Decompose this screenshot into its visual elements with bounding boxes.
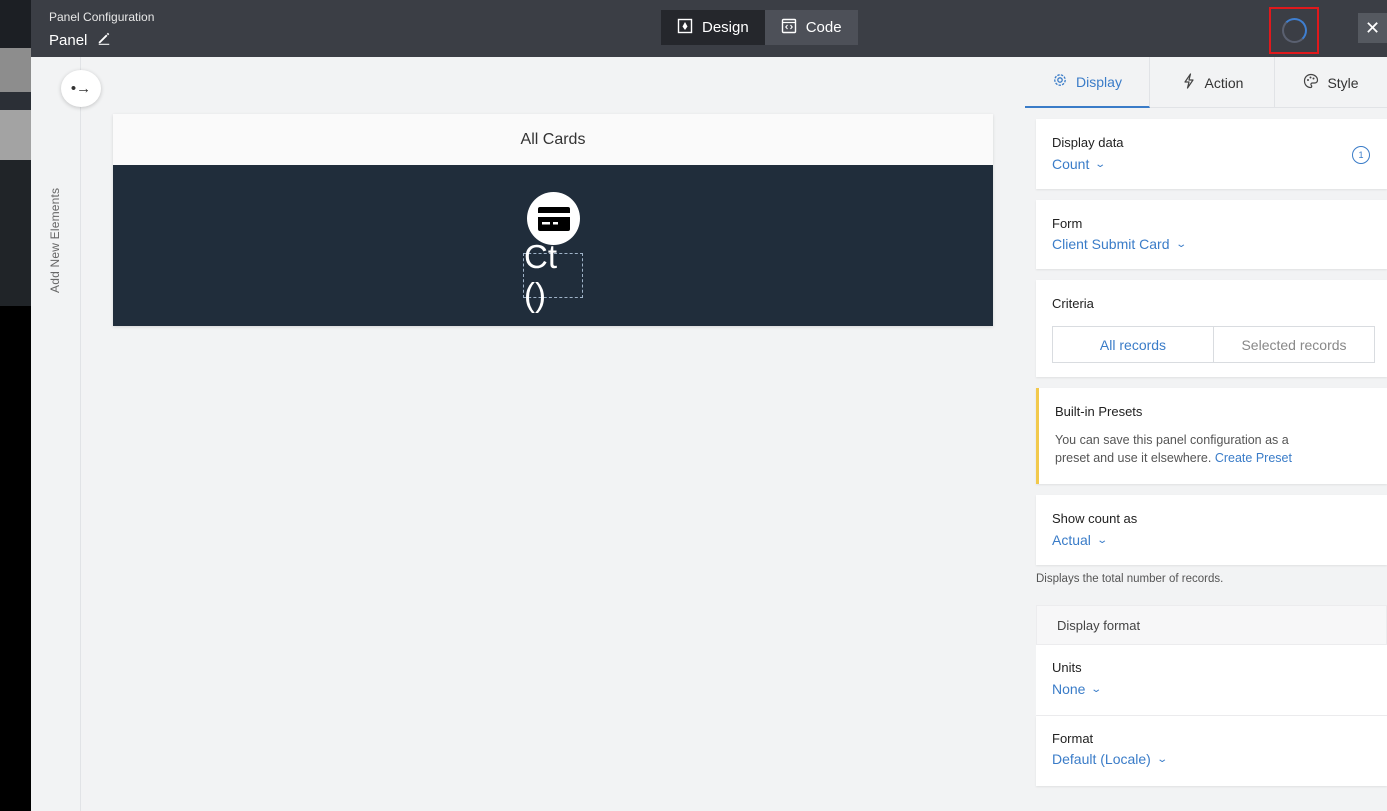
- presets-title: Built-in Presets: [1055, 404, 1143, 419]
- chevron-down-icon: ⌄: [1090, 683, 1103, 695]
- panel-card[interactable]: All Cards Ct (): [113, 114, 993, 326]
- design-label: Design: [702, 19, 749, 36]
- lightning-icon: [1181, 73, 1197, 92]
- panel-configuration-modal: Panel Configuration Panel Design Code ✕ …: [31, 0, 1387, 811]
- units-dropdown[interactable]: None ⌄: [1052, 681, 1103, 697]
- show-count-helper-text: Displays the total number of records.: [1036, 573, 1224, 585]
- design-icon: [677, 18, 693, 38]
- criteria-toggle: All records Selected records: [1052, 326, 1375, 363]
- card-value[interactable]: Ct (): [523, 238, 583, 313]
- add-elements-rail[interactable]: Add New Elements: [31, 57, 81, 811]
- selected-records-option[interactable]: Selected records: [1214, 327, 1374, 362]
- display-data-value: Count: [1052, 156, 1090, 172]
- tab-action[interactable]: Action: [1150, 57, 1275, 108]
- code-mode-button[interactable]: Code: [764, 10, 858, 45]
- tab-display-label: Display: [1076, 73, 1122, 90]
- mode-switch: Design Code: [661, 10, 858, 45]
- loading-highlight-box: [1269, 7, 1319, 54]
- form-dropdown[interactable]: Client Submit Card ⌄: [1052, 236, 1187, 252]
- gear-icon: [1052, 72, 1068, 91]
- form-panel: Form Client Submit Card ⌄: [1036, 200, 1387, 269]
- show-count-panel: Show count as Actual ⌄: [1036, 495, 1387, 565]
- presets-text: You can save this panel configuration as…: [1055, 431, 1315, 467]
- modal-subtitle: Panel Configuration: [49, 10, 155, 24]
- settings-sidebar: Display Action Style Display data Count …: [1025, 57, 1387, 811]
- show-count-dropdown[interactable]: Actual ⌄: [1052, 532, 1108, 548]
- form-value: Client Submit Card: [1052, 236, 1170, 252]
- chevron-down-icon: ⌄: [1156, 753, 1168, 765]
- show-count-value: Actual: [1052, 532, 1091, 548]
- form-label: Form: [1052, 216, 1083, 231]
- settings-tabs: Display Action Style: [1025, 57, 1387, 108]
- display-data-panel: Display data Count ⌄ 1: [1036, 119, 1387, 189]
- display-data-dropdown[interactable]: Count ⌄: [1052, 156, 1107, 172]
- close-icon: ✕: [1364, 17, 1381, 38]
- chevron-down-icon: ⌄: [1096, 534, 1108, 546]
- format-dropdown[interactable]: Default (Locale) ⌄: [1052, 751, 1168, 767]
- modal-header: Panel Configuration Panel Design Code ✕: [31, 0, 1387, 57]
- built-in-presets-panel: Built-in Presets You can save this panel…: [1036, 388, 1387, 484]
- units-label: Units: [1052, 660, 1082, 675]
- expand-rail-button[interactable]: •→: [61, 70, 101, 107]
- format-value: Default (Locale): [1052, 751, 1151, 767]
- panel-title: Panel: [49, 31, 111, 49]
- background-app-strip: [0, 0, 31, 811]
- code-icon: [781, 18, 797, 38]
- edit-pencil-icon[interactable]: [97, 31, 111, 49]
- criteria-panel: Criteria All records Selected records: [1036, 280, 1387, 377]
- chevron-down-icon: ⌄: [1174, 238, 1187, 250]
- show-count-label: Show count as: [1052, 511, 1138, 526]
- display-data-label: Display data: [1052, 135, 1124, 150]
- tab-style[interactable]: Style: [1275, 57, 1387, 108]
- format-panel: Format Default (Locale) ⌄: [1036, 716, 1387, 786]
- chevron-down-icon: ⌄: [1094, 158, 1107, 170]
- code-label: Code: [805, 19, 842, 36]
- design-mode-button[interactable]: Design: [661, 10, 765, 45]
- display-format-header[interactable]: Display format: [1036, 605, 1387, 645]
- design-canvas: All Cards Ct (): [81, 57, 1025, 811]
- card-body: Ct (): [113, 165, 993, 326]
- panel-title-text: Panel: [49, 31, 88, 49]
- close-button[interactable]: ✕: [1358, 13, 1387, 43]
- all-records-option[interactable]: All records: [1053, 327, 1214, 362]
- units-panel: Units None ⌄: [1036, 645, 1387, 716]
- card-title: All Cards: [113, 114, 993, 165]
- palette-icon: [1303, 73, 1319, 92]
- arrow-right-icon: •→: [70, 80, 92, 97]
- units-value: None: [1052, 681, 1086, 697]
- loading-spinner-icon: [1281, 18, 1307, 43]
- format-label: Format: [1052, 731, 1094, 746]
- info-badge-icon[interactable]: 1: [1352, 146, 1370, 164]
- criteria-label: Criteria: [1052, 296, 1094, 311]
- tab-display[interactable]: Display: [1025, 57, 1150, 108]
- tab-style-label: Style: [1327, 74, 1359, 91]
- tab-action-label: Action: [1204, 74, 1244, 91]
- add-new-elements-label: Add New Elements: [48, 187, 62, 293]
- create-preset-link[interactable]: Create Preset: [1215, 451, 1292, 465]
